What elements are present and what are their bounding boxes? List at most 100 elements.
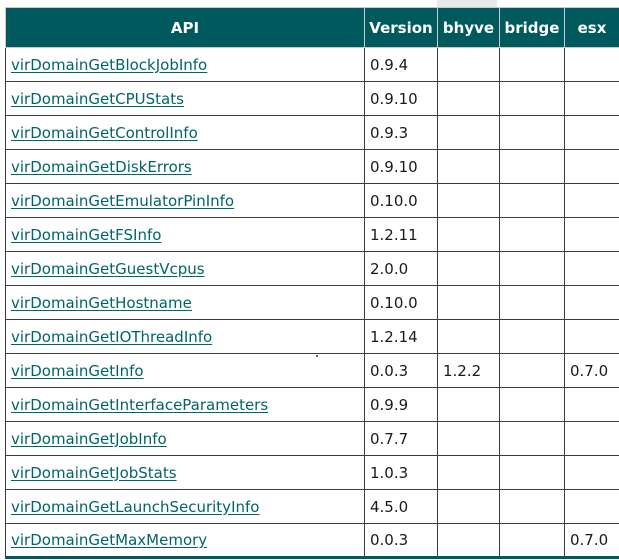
version-cell: 0.0.3 bbox=[364, 523, 438, 559]
bridge-cell bbox=[499, 149, 565, 184]
api-cell: virDomainGetGuestVcpus bbox=[5, 251, 365, 286]
api-cell: virDomainGetLaunchSecurityInfo bbox=[5, 489, 365, 524]
bhyve-cell bbox=[437, 47, 500, 82]
bridge-cell bbox=[499, 353, 565, 388]
api-link[interactable]: virDomainGetEmulatorPinInfo bbox=[11, 192, 234, 210]
bhyve-cell bbox=[437, 319, 500, 354]
bhyve-cell bbox=[437, 183, 500, 218]
bhyve-cell bbox=[437, 81, 500, 116]
api-cell: virDomainGetBlockJobInfo bbox=[5, 47, 365, 82]
table-row: virDomainGetDiskErrors 0.9.10 bbox=[5, 149, 619, 184]
api-link[interactable]: virDomainGetJobInfo bbox=[11, 430, 167, 448]
bridge-cell bbox=[499, 251, 565, 286]
bridge-cell bbox=[499, 319, 565, 354]
bhyve-cell bbox=[437, 387, 500, 422]
table-row: virDomainGetEmulatorPinInfo 0.10.0 bbox=[5, 183, 619, 218]
bridge-cell bbox=[499, 421, 565, 456]
version-cell: 0.9.3 bbox=[364, 115, 438, 150]
version-cell: 0.10.0 bbox=[364, 183, 438, 218]
api-cell: virDomainGetDiskErrors bbox=[5, 149, 365, 184]
bridge-cell bbox=[499, 455, 565, 490]
bhyve-cell bbox=[437, 285, 500, 320]
version-cell: 0.9.4 bbox=[364, 47, 438, 82]
bridge-cell bbox=[499, 217, 565, 252]
esx-cell bbox=[564, 455, 619, 490]
table-row: virDomainGetInterfaceParameters 0.9.9 bbox=[5, 387, 619, 422]
esx-cell bbox=[564, 319, 619, 354]
bridge-cell bbox=[499, 489, 565, 524]
api-cell: virDomainGetIOThreadInfo bbox=[5, 319, 365, 354]
api-link[interactable]: virDomainGetLaunchSecurityInfo bbox=[11, 498, 259, 516]
api-link[interactable]: virDomainGetInterfaceParameters bbox=[11, 396, 268, 414]
table-row: virDomainGetBlockJobInfo 0.9.4 bbox=[5, 47, 619, 82]
version-cell: 2.0.0 bbox=[364, 251, 438, 286]
api-link[interactable]: virDomainGetDiskErrors bbox=[11, 158, 192, 176]
api-cell: virDomainGetMaxMemory bbox=[5, 523, 365, 559]
esx-cell bbox=[564, 285, 619, 320]
bhyve-cell: 1.2.2 bbox=[437, 353, 500, 388]
version-cell: 0.9.9 bbox=[364, 387, 438, 422]
table-row: virDomainGetMaxMemory 0.0.3 0.7.0 bbox=[5, 523, 619, 559]
api-link[interactable]: virDomainGetIOThreadInfo bbox=[11, 328, 212, 346]
stray-dot bbox=[316, 355, 318, 357]
table-row: virDomainGetJobInfo 0.7.7 bbox=[5, 421, 619, 456]
api-link[interactable]: virDomainGetInfo bbox=[11, 362, 144, 380]
esx-cell bbox=[564, 251, 619, 286]
bridge-cell bbox=[499, 523, 565, 559]
bridge-cell bbox=[499, 183, 565, 218]
table-row: virDomainGetGuestVcpus 2.0.0 bbox=[5, 251, 619, 286]
api-cell: virDomainGetHostname bbox=[5, 285, 365, 320]
table-row: virDomainGetIOThreadInfo 1.2.14 bbox=[5, 319, 619, 354]
table-row: virDomainGetInfo 0.0.3 1.2.2 0.7.0 bbox=[5, 353, 619, 388]
version-cell: 0.9.10 bbox=[364, 81, 438, 116]
api-cell: virDomainGetControlInfo bbox=[5, 115, 365, 150]
api-cell: virDomainGetInfo bbox=[5, 353, 365, 388]
table-row: virDomainGetJobStats 1.0.3 bbox=[5, 455, 619, 490]
esx-cell bbox=[564, 217, 619, 252]
bhyve-cell bbox=[437, 421, 500, 456]
bhyve-cell bbox=[437, 455, 500, 490]
api-link[interactable]: virDomainGetMaxMemory bbox=[11, 531, 207, 549]
bridge-cell bbox=[499, 47, 565, 82]
esx-cell bbox=[564, 115, 619, 150]
esx-cell bbox=[564, 387, 619, 422]
version-cell: 1.2.14 bbox=[364, 319, 438, 354]
version-cell: 1.0.3 bbox=[364, 455, 438, 490]
table-row: virDomainGetHostname 0.10.0 bbox=[5, 285, 619, 320]
table-row: virDomainGetControlInfo 0.9.3 bbox=[5, 115, 619, 150]
api-cell: virDomainGetInterfaceParameters bbox=[5, 387, 365, 422]
version-cell: 1.2.11 bbox=[364, 217, 438, 252]
api-link[interactable]: virDomainGetGuestVcpus bbox=[11, 260, 205, 278]
esx-cell bbox=[564, 421, 619, 456]
api-link[interactable]: virDomainGetCPUStats bbox=[11, 90, 184, 108]
api-cell: virDomainGetJobInfo bbox=[5, 421, 365, 456]
api-link[interactable]: virDomainGetFSInfo bbox=[11, 226, 161, 244]
bhyve-cell bbox=[437, 149, 500, 184]
table-body: virDomainGetBlockJobInfo 0.9.4 virDomainGe… bbox=[5, 47, 619, 559]
api-link[interactable]: virDomainGetControlInfo bbox=[11, 124, 198, 142]
column-header-api: API bbox=[5, 7, 365, 48]
column-header-esx: esx bbox=[564, 7, 619, 48]
api-cell: virDomainGetCPUStats bbox=[5, 81, 365, 116]
esx-cell bbox=[564, 183, 619, 218]
api-cell: virDomainGetJobStats bbox=[5, 455, 365, 490]
version-cell: 0.10.0 bbox=[364, 285, 438, 320]
api-link[interactable]: virDomainGetHostname bbox=[11, 294, 192, 312]
version-cell: 4.5.0 bbox=[364, 489, 438, 524]
column-header-bridge: bridge bbox=[499, 7, 565, 48]
version-cell: 0.9.10 bbox=[364, 149, 438, 184]
bridge-cell bbox=[499, 81, 565, 116]
top-strip-segment bbox=[437, 0, 497, 7]
bridge-cell bbox=[499, 387, 565, 422]
column-header-bhyve: bhyve bbox=[437, 7, 500, 48]
api-link[interactable]: virDomainGetJobStats bbox=[11, 464, 177, 482]
version-cell: 0.0.3 bbox=[364, 353, 438, 388]
esx-cell bbox=[564, 489, 619, 524]
esx-cell: 0.7.0 bbox=[564, 353, 619, 388]
table-row: virDomainGetLaunchSecurityInfo 4.5.0 bbox=[5, 489, 619, 524]
table-row: virDomainGetCPUStats 0.9.10 bbox=[5, 81, 619, 116]
esx-cell bbox=[564, 47, 619, 82]
bhyve-cell bbox=[437, 489, 500, 524]
bridge-cell bbox=[499, 115, 565, 150]
api-link[interactable]: virDomainGetBlockJobInfo bbox=[11, 56, 207, 74]
